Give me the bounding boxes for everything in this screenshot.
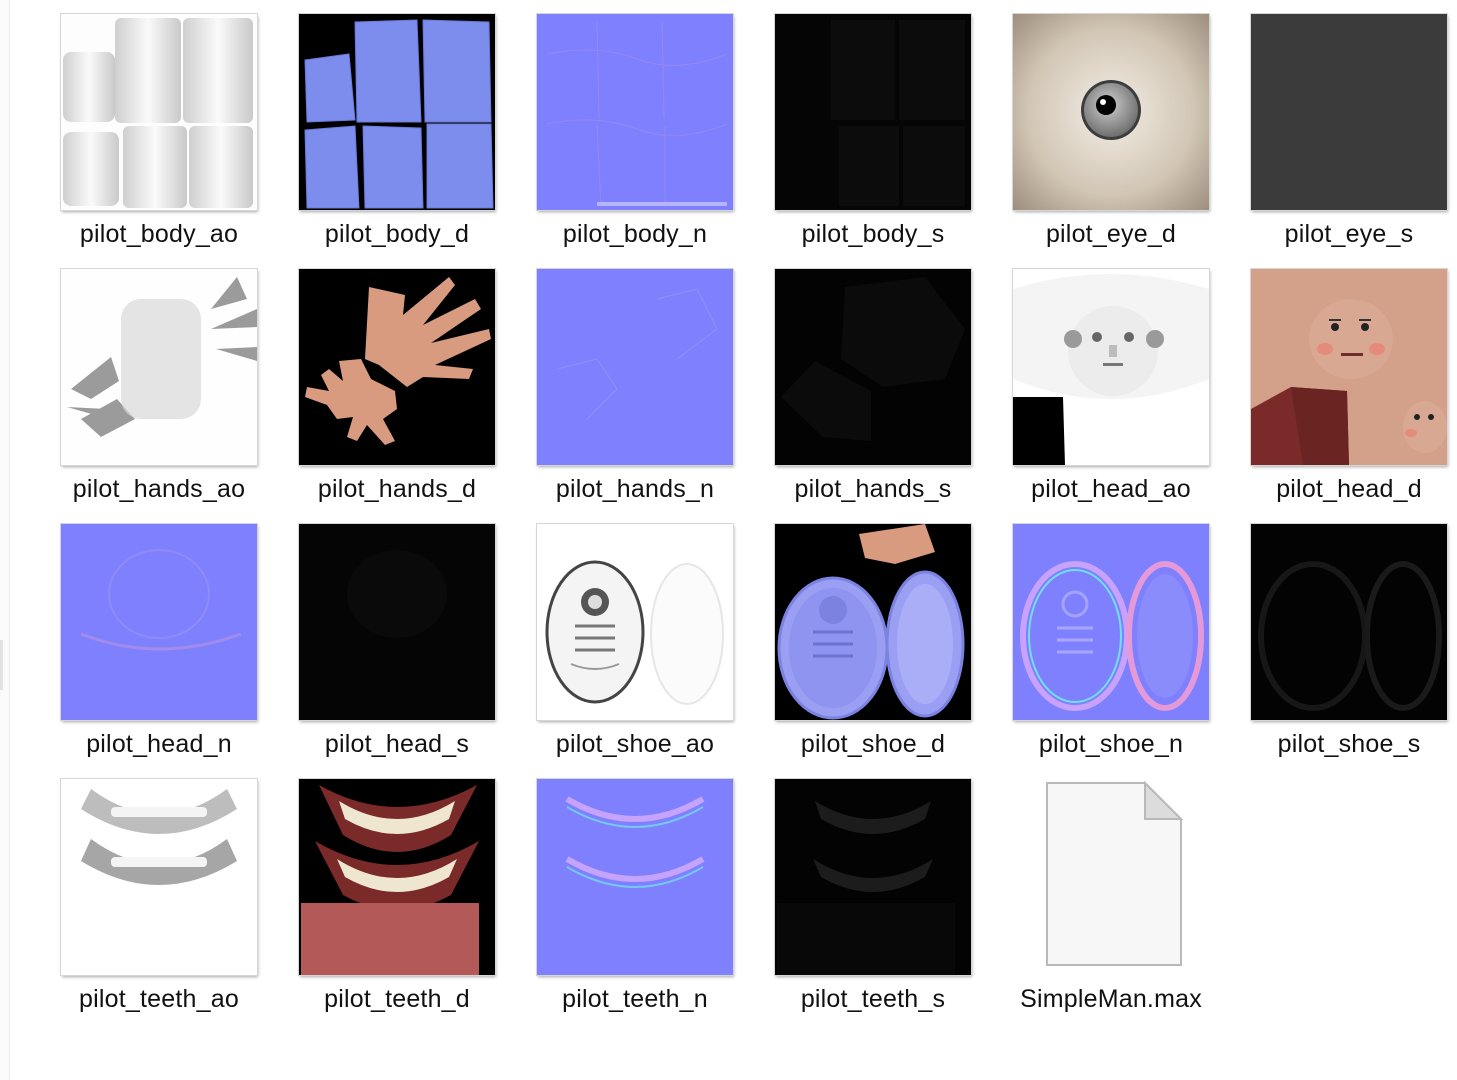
file-name: pilot_shoe_d	[800, 730, 946, 758]
file-name: pilot_body_ao	[79, 220, 239, 248]
face-ao-thumbnail	[1012, 268, 1210, 466]
file-name: pilot_shoe_n	[1038, 730, 1184, 758]
shoe-texture-thumbnail	[774, 523, 972, 721]
file-item[interactable]: pilot_teeth_d	[278, 773, 516, 1028]
file-item[interactable]: pilot_body_n	[516, 8, 754, 263]
file-name: pilot_teeth_ao	[79, 985, 239, 1013]
file-name: pilot_head_ao	[1031, 475, 1191, 503]
file-name: pilot_teeth_s	[800, 985, 946, 1013]
teeth-ao-thumbnail	[60, 778, 258, 976]
file-name: pilot_hands_d	[317, 475, 477, 503]
file-name: pilot_hands_n	[555, 475, 715, 503]
texture-ao-thumbnail	[60, 268, 258, 466]
file-name: pilot_head_d	[1276, 475, 1422, 503]
file-item[interactable]: pilot_shoe_ao	[516, 518, 754, 773]
file-item[interactable]: pilot_head_d	[1230, 263, 1457, 518]
navigation-pane-edge	[0, 0, 10, 1080]
file-name: pilot_body_s	[801, 220, 945, 248]
file-item[interactable]: pilot_shoe_d	[754, 518, 992, 773]
file-item[interactable]: pilot_hands_n	[516, 263, 754, 518]
texture-specular-thumbnail	[774, 13, 972, 211]
file-item[interactable]: SimpleMan.max	[992, 773, 1230, 1028]
blank-file-icon	[1013, 779, 1209, 975]
texture-normal-thumbnail	[536, 13, 734, 211]
eye-texture-thumbnail	[1012, 13, 1210, 211]
texture-specular-thumbnail	[1250, 13, 1448, 211]
file-name: pilot_shoe_s	[1277, 730, 1421, 758]
file-name: pilot_eye_d	[1045, 220, 1177, 248]
file-item[interactable]: pilot_eye_s	[1230, 8, 1457, 263]
file-item[interactable]: pilot_head_s	[278, 518, 516, 773]
file-item[interactable]: pilot_shoe_s	[1230, 518, 1457, 773]
file-item[interactable]: pilot_hands_d	[278, 263, 516, 518]
file-item[interactable]: pilot_body_s	[754, 8, 992, 263]
file-grid: pilot_body_ao pilot_body_d pilot_body_n …	[40, 8, 1457, 1028]
texture-diffuse-thumbnail	[298, 13, 496, 211]
texture-specular-thumbnail	[298, 523, 496, 721]
file-item[interactable]: pilot_teeth_ao	[40, 773, 278, 1028]
texture-specular-thumbnail	[774, 268, 972, 466]
file-item[interactable]: pilot_eye_d	[992, 8, 1230, 263]
file-name: pilot_hands_ao	[72, 475, 246, 503]
hands-texture-thumbnail	[298, 268, 496, 466]
file-name: pilot_head_s	[324, 730, 470, 758]
file-item[interactable]: pilot_body_ao	[40, 8, 278, 263]
file-item[interactable]: pilot_hands_ao	[40, 263, 278, 518]
file-name: pilot_body_n	[562, 220, 708, 248]
file-name: pilot_teeth_d	[324, 985, 470, 1013]
file-item[interactable]: pilot_head_ao	[992, 263, 1230, 518]
texture-normal-thumbnail	[60, 523, 258, 721]
file-name: pilot_shoe_ao	[555, 730, 715, 758]
file-item[interactable]: pilot_hands_s	[754, 263, 992, 518]
pane-splitter[interactable]	[0, 640, 3, 690]
shoe-normal-thumbnail	[1012, 523, 1210, 721]
file-item[interactable]: pilot_shoe_n	[992, 518, 1230, 773]
shoe-ao-thumbnail	[536, 523, 734, 721]
texture-ao-thumbnail	[60, 13, 258, 211]
teeth-texture-thumbnail	[298, 778, 496, 976]
file-name: pilot_body_d	[324, 220, 470, 248]
file-name: pilot_eye_s	[1284, 220, 1414, 248]
file-item[interactable]: pilot_body_d	[278, 8, 516, 263]
teeth-normal-thumbnail	[536, 778, 734, 976]
file-name: SimpleMan.max	[1020, 985, 1202, 1013]
texture-specular-thumbnail	[774, 778, 972, 976]
file-item[interactable]: pilot_head_n	[40, 518, 278, 773]
file-name: pilot_hands_s	[794, 475, 952, 503]
file-item[interactable]: pilot_teeth_n	[516, 773, 754, 1028]
file-item[interactable]: pilot_teeth_s	[754, 773, 992, 1028]
face-texture-thumbnail	[1250, 268, 1448, 466]
file-name: pilot_teeth_n	[562, 985, 708, 1013]
texture-specular-thumbnail	[1250, 523, 1448, 721]
file-name: pilot_head_n	[86, 730, 232, 758]
texture-normal-thumbnail	[536, 268, 734, 466]
